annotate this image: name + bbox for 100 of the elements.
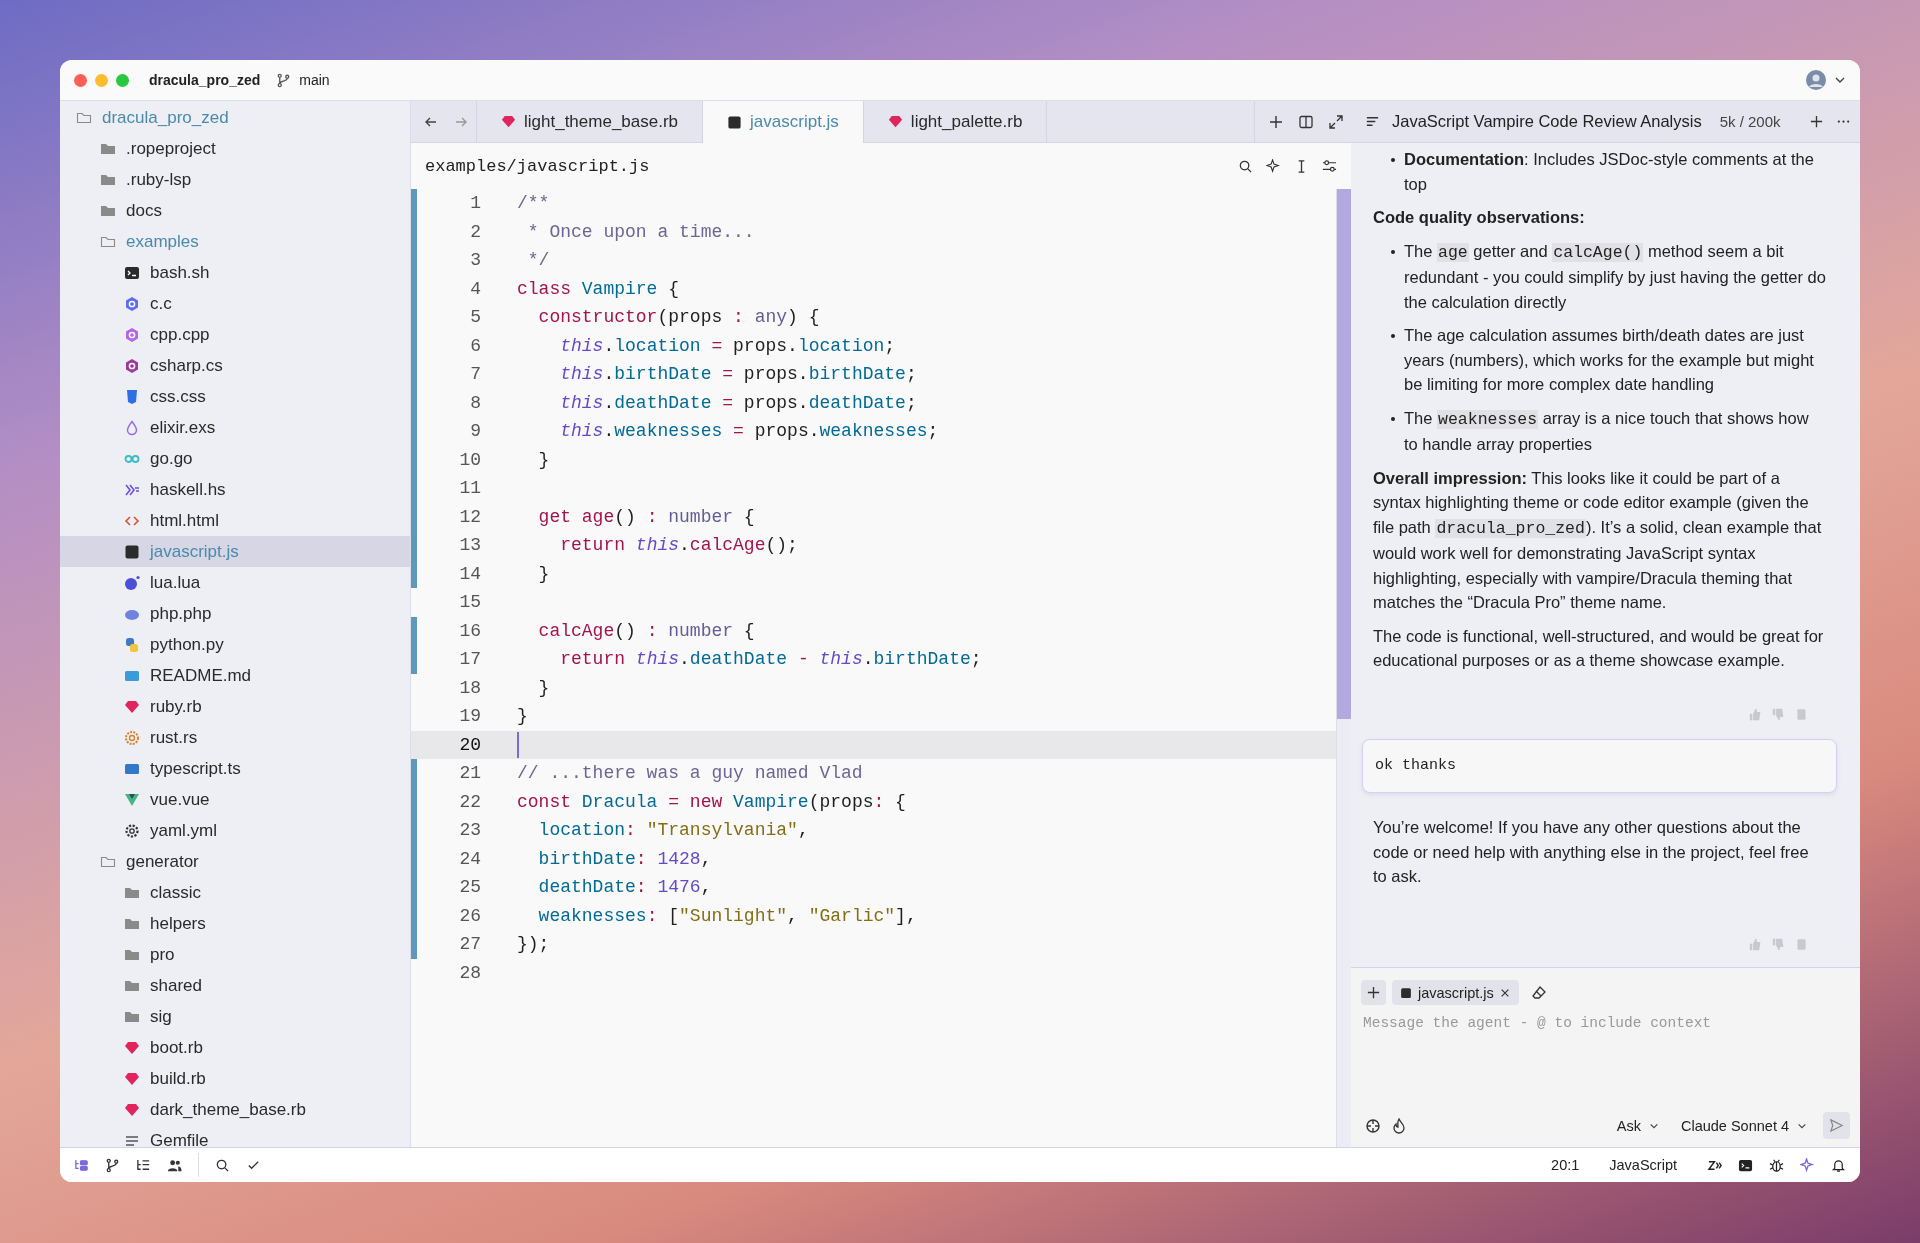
file-tree-item[interactable]: haskell.hs [60, 474, 410, 505]
file-tree-item[interactable]: elixir.exs [60, 412, 410, 443]
project-name[interactable]: dracula_pro_zed [149, 72, 261, 88]
file-tree-item[interactable]: .ruby-lsp [60, 164, 410, 195]
code-line: calcAge() : number { [537, 620, 755, 641]
thumbs-down-icon[interactable] [1772, 707, 1785, 721]
send-button[interactable] [1823, 1112, 1850, 1139]
split-icon[interactable] [1298, 113, 1314, 130]
branch-icon[interactable] [105, 1157, 120, 1173]
code-line: this.birthDate = props.birthDate; [559, 364, 917, 385]
thumbs-up-icon[interactable] [1749, 937, 1762, 951]
file-tree-item[interactable]: .ropeproject [60, 133, 410, 164]
file-tree-item[interactable]: vue.vue [60, 784, 410, 815]
square-icon [124, 543, 140, 560]
file-tree-item[interactable]: lua.lua [60, 567, 410, 598]
menu-icon[interactable] [1365, 114, 1380, 129]
code-line: }); [517, 934, 550, 955]
editor-tab[interactable]: light_palette.rb [862, 101, 1048, 142]
file-tree-item[interactable]: Gemfile [60, 1125, 410, 1147]
file-tree-item[interactable]: classic [60, 877, 410, 908]
thumbs-up-icon[interactable] [1749, 707, 1762, 721]
line-number: 1 [469, 193, 482, 214]
bug-icon[interactable] [1769, 1157, 1784, 1173]
line-number: 27 [458, 934, 482, 955]
file-tree-item[interactable]: helpers [60, 908, 410, 939]
branch-icon [276, 72, 292, 88]
model-dropdown[interactable]: Claude Sonnet 4 [1674, 1117, 1813, 1134]
line-number: 19 [458, 706, 482, 727]
flame-icon[interactable] [1391, 1117, 1407, 1134]
avatar-icon[interactable] [1806, 70, 1826, 90]
file-tree-item[interactable]: python.py [60, 629, 410, 660]
file-tree-item[interactable]: docs [60, 195, 410, 226]
people-icon[interactable] [167, 1157, 182, 1173]
outline-icon[interactable] [136, 1157, 151, 1173]
eraser-icon[interactable] [1530, 984, 1547, 1001]
close-icon[interactable] [1499, 987, 1510, 998]
language-selector[interactable]: JavaScript [1609, 1157, 1677, 1173]
editor-tab[interactable]: javascript.js [702, 101, 863, 143]
gear-icon [124, 822, 140, 839]
line-number: 6 [469, 335, 482, 356]
file-tree-item[interactable]: shared [60, 970, 410, 1001]
crosshair-icon[interactable] [1365, 1117, 1381, 1134]
line-number: 24 [458, 848, 482, 869]
file-tree-item[interactable]: c.c [60, 288, 410, 319]
list-item: Documentation: Includes JSDoc-style comments at the top [1373, 147, 1826, 196]
file-tree-item[interactable]: typescript.ts [60, 753, 410, 784]
paragraph: Code quality observations: [1373, 207, 1586, 228]
file-tree-item[interactable]: generator [60, 846, 410, 877]
code-line: this.weaknesses = props.weaknesses; [559, 421, 939, 442]
expand-icon[interactable] [1328, 113, 1344, 130]
mode-dropdown[interactable]: Ask [1610, 1117, 1665, 1134]
line-number: 26 [458, 905, 482, 926]
code-line: birthDate: 1428, [537, 848, 712, 869]
line-number: 16 [458, 620, 482, 641]
search-icon[interactable] [215, 1157, 230, 1173]
branch-name[interactable]: main [299, 72, 330, 88]
code-line: get age() : number { [537, 506, 755, 527]
line-number: 23 [458, 820, 482, 841]
file-tree-item[interactable]: sig [60, 1001, 410, 1032]
line-number: 15 [458, 592, 482, 613]
file-tree-item[interactable]: csharp.cs [60, 350, 410, 381]
context-chip[interactable]: javascript.js [1392, 980, 1519, 1005]
file-tree-item[interactable]: css.css [60, 381, 410, 412]
file-tree-item[interactable]: bash.sh [60, 257, 410, 288]
code-line: deathDate: 1476, [537, 877, 712, 898]
panel-icon[interactable] [74, 1157, 89, 1173]
message-input[interactable]: Message the agent - @ to include context [1351, 1005, 1860, 1112]
file-tree-item[interactable]: php.php [60, 598, 410, 629]
bell-icon[interactable] [1831, 1157, 1846, 1173]
line-number: 5 [469, 307, 482, 328]
file-tree-item[interactable]: html.html [60, 505, 410, 536]
file-tree-item[interactable]: README.md [60, 660, 410, 691]
paragraph: You’re welcome! If you have any other questions about the code or need help with anything else in the project, feel free to ask. [1373, 817, 1810, 887]
file-tree-item[interactable]: yaml.yml [60, 815, 410, 846]
file-tree-item[interactable]: ruby.rb [60, 691, 410, 722]
paragraph: Overall impression: This looks like it could be part of a syntax highlighting theme or code editor example (given the file path dracula_pro_zed). It’s a solid, clean example that would work well for demonstrating JavaScript syntax highlighting, especially with vampire/Dracula theming that matches the “Dracula Pro” theme name. [1373, 467, 1823, 613]
hexagon-icon [124, 326, 140, 343]
code-line: } [537, 677, 550, 698]
line-number: 11 [458, 478, 482, 499]
file-tree-item[interactable]: boot.rb [60, 1032, 410, 1063]
file-tree-item[interactable]: go.go [60, 443, 410, 474]
thumbs-down-icon[interactable] [1772, 937, 1785, 951]
search-icon[interactable] [1238, 158, 1253, 174]
plus-icon[interactable] [1268, 113, 1284, 130]
terminal-icon[interactable] [1738, 1157, 1753, 1173]
plus-icon[interactable] [1808, 114, 1824, 129]
file-tree-item[interactable]: build.rb [60, 1063, 410, 1094]
file-tree-item[interactable]: cpp.cpp [60, 319, 410, 350]
file-tree-item[interactable]: dark_theme_base.rb [60, 1094, 410, 1125]
sliders-icon[interactable] [1322, 158, 1337, 174]
code-line: class Vampire { [517, 278, 680, 299]
sparkle-icon[interactable] [1266, 158, 1281, 174]
file-tree-item[interactable]: pro [60, 939, 410, 970]
file-tree-item[interactable]: rust.rs [60, 722, 410, 753]
hexagon-icon [124, 357, 140, 374]
file-path[interactable]: examples/javascript.js [425, 156, 650, 176]
scrollbar[interactable] [1336, 189, 1351, 1147]
close-window-button[interactable] [74, 73, 87, 87]
cursor-position[interactable]: 20:1 [1551, 1157, 1580, 1173]
add-context-button[interactable] [1361, 980, 1386, 1005]
